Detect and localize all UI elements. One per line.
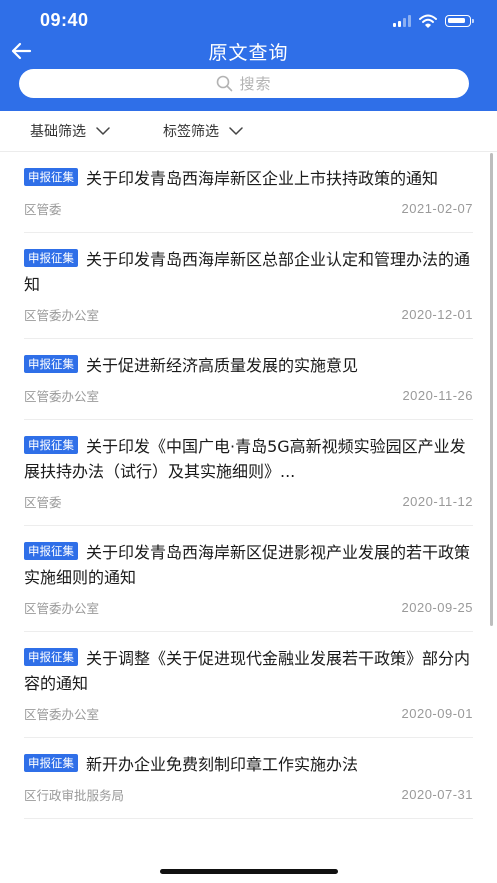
app-header: 09:40 原文查询 搜索 xyxy=(0,0,497,111)
signal-icon xyxy=(393,15,411,27)
item-title-text: 关于印发青岛西海岸新区企业上市扶持政策的通知 xyxy=(86,169,439,188)
battery-icon xyxy=(445,15,474,27)
item-date: 2020-07-31 xyxy=(401,787,473,802)
item-title: 申报征集 关于调整《关于促进现代金融业发展若干政策》部分内容的通知 xyxy=(24,632,473,696)
item-title: 申报征集 关于印发青岛西海岸新区促进影视产业发展的若干政策实施细则的通知 xyxy=(24,526,473,590)
category-badge: 申报征集 xyxy=(24,542,78,560)
item-title-text: 新开办企业免费刻制印章工作实施办法 xyxy=(86,755,359,774)
item-source: 区管委办公室 xyxy=(24,389,100,404)
wifi-icon xyxy=(419,14,437,28)
item-source: 区管委办公室 xyxy=(24,308,100,323)
item-title-text: 关于印发《中国广电·青岛5G高新视频实验园区产业发展扶持办法（试行）及其实施细则… xyxy=(24,437,466,481)
category-badge: 申报征集 xyxy=(24,648,78,666)
scrollbar[interactable] xyxy=(490,153,493,626)
page-title: 原文查询 xyxy=(208,42,289,64)
item-source: 区管委 xyxy=(24,202,62,217)
basic-filter-label: 基础筛选 xyxy=(30,124,86,140)
item-title-text: 关于印发青岛西海岸新区总部企业认定和管理办法的通知 xyxy=(24,250,471,294)
search-icon xyxy=(217,75,233,92)
item-title: 申报征集 关于印发《中国广电·青岛5G高新视频实验园区产业发展扶持办法（试行）及其… xyxy=(24,420,473,484)
basic-filter-dropdown[interactable]: 基础筛选 xyxy=(30,111,114,151)
item-title: 申报征集 关于促进新经济高质量发展的实施意见 xyxy=(24,339,473,378)
category-badge: 申报征集 xyxy=(24,754,78,772)
item-date: 2020-09-01 xyxy=(401,706,473,721)
category-badge: 申报征集 xyxy=(24,355,78,373)
search-input[interactable]: 搜索 xyxy=(19,69,469,98)
chevron-down-icon xyxy=(229,127,243,135)
document-list: 申报征集 关于印发青岛西海岸新区企业上市扶持政策的通知 区管委 2021-02-07… xyxy=(0,152,497,819)
item-title-text: 关于印发青岛西海岸新区促进影视产业发展的若干政策实施细则的通知 xyxy=(24,543,471,587)
status-icons xyxy=(393,13,474,29)
chevron-down-icon xyxy=(96,127,110,135)
tag-filter-label: 标签筛选 xyxy=(163,124,219,140)
category-badge: 申报征集 xyxy=(24,436,78,454)
list-item[interactable]: 申报征集 关于印发《中国广电·青岛5G高新视频实验园区产业发展扶持办法（试行）及其… xyxy=(24,420,473,526)
category-badge: 申报征集 xyxy=(24,168,78,186)
list-item[interactable]: 申报征集 关于印发青岛西海岸新区总部企业认定和管理办法的通知 区管委办公室 2020… xyxy=(24,233,473,339)
list-item[interactable]: 申报征集 新开办企业免费刻制印章工作实施办法 区行政审批服务局 2020-07-31 xyxy=(24,738,473,819)
item-title: 申报征集 关于印发青岛西海岸新区企业上市扶持政策的通知 xyxy=(24,152,473,191)
item-title: 申报征集 新开办企业免费刻制印章工作实施办法 xyxy=(24,738,473,777)
category-badge: 申报征集 xyxy=(24,249,78,267)
item-title-text: 关于调整《关于促进现代金融业发展若干政策》部分内容的通知 xyxy=(24,649,471,693)
list-item[interactable]: 申报征集 关于印发青岛西海岸新区促进影视产业发展的若干政策实施细则的通知 区管委办… xyxy=(24,526,473,632)
list-item[interactable]: 申报征集 关于印发青岛西海岸新区企业上市扶持政策的通知 区管委 2021-02-07 xyxy=(24,152,473,233)
item-title: 申报征集 关于印发青岛西海岸新区总部企业认定和管理办法的通知 xyxy=(24,233,473,297)
item-date: 2020-11-26 xyxy=(402,388,473,403)
item-title-text: 关于促进新经济高质量发展的实施意见 xyxy=(86,356,359,375)
status-time: 09:40 xyxy=(40,10,89,30)
home-indicator[interactable] xyxy=(160,869,338,874)
item-source: 区管委办公室 xyxy=(24,601,100,616)
item-date: 2021-02-07 xyxy=(401,201,473,216)
item-source: 区管委 xyxy=(24,495,62,510)
item-source: 区行政审批服务局 xyxy=(24,788,125,803)
item-date: 2020-11-12 xyxy=(402,494,473,509)
filter-bar: 基础筛选 标签筛选 xyxy=(0,111,497,152)
search-placeholder: 搜索 xyxy=(239,75,272,93)
list-item[interactable]: 申报征集 关于促进新经济高质量发展的实施意见 区管委办公室 2020-11-26 xyxy=(24,339,473,420)
list-item[interactable]: 申报征集 关于调整《关于促进现代金融业发展若干政策》部分内容的通知 区管委办公室 2… xyxy=(24,632,473,738)
item-source: 区管委办公室 xyxy=(24,707,100,722)
item-date: 2020-09-25 xyxy=(401,600,473,615)
tag-filter-dropdown[interactable]: 标签筛选 xyxy=(163,111,247,151)
item-date: 2020-12-01 xyxy=(401,307,473,322)
